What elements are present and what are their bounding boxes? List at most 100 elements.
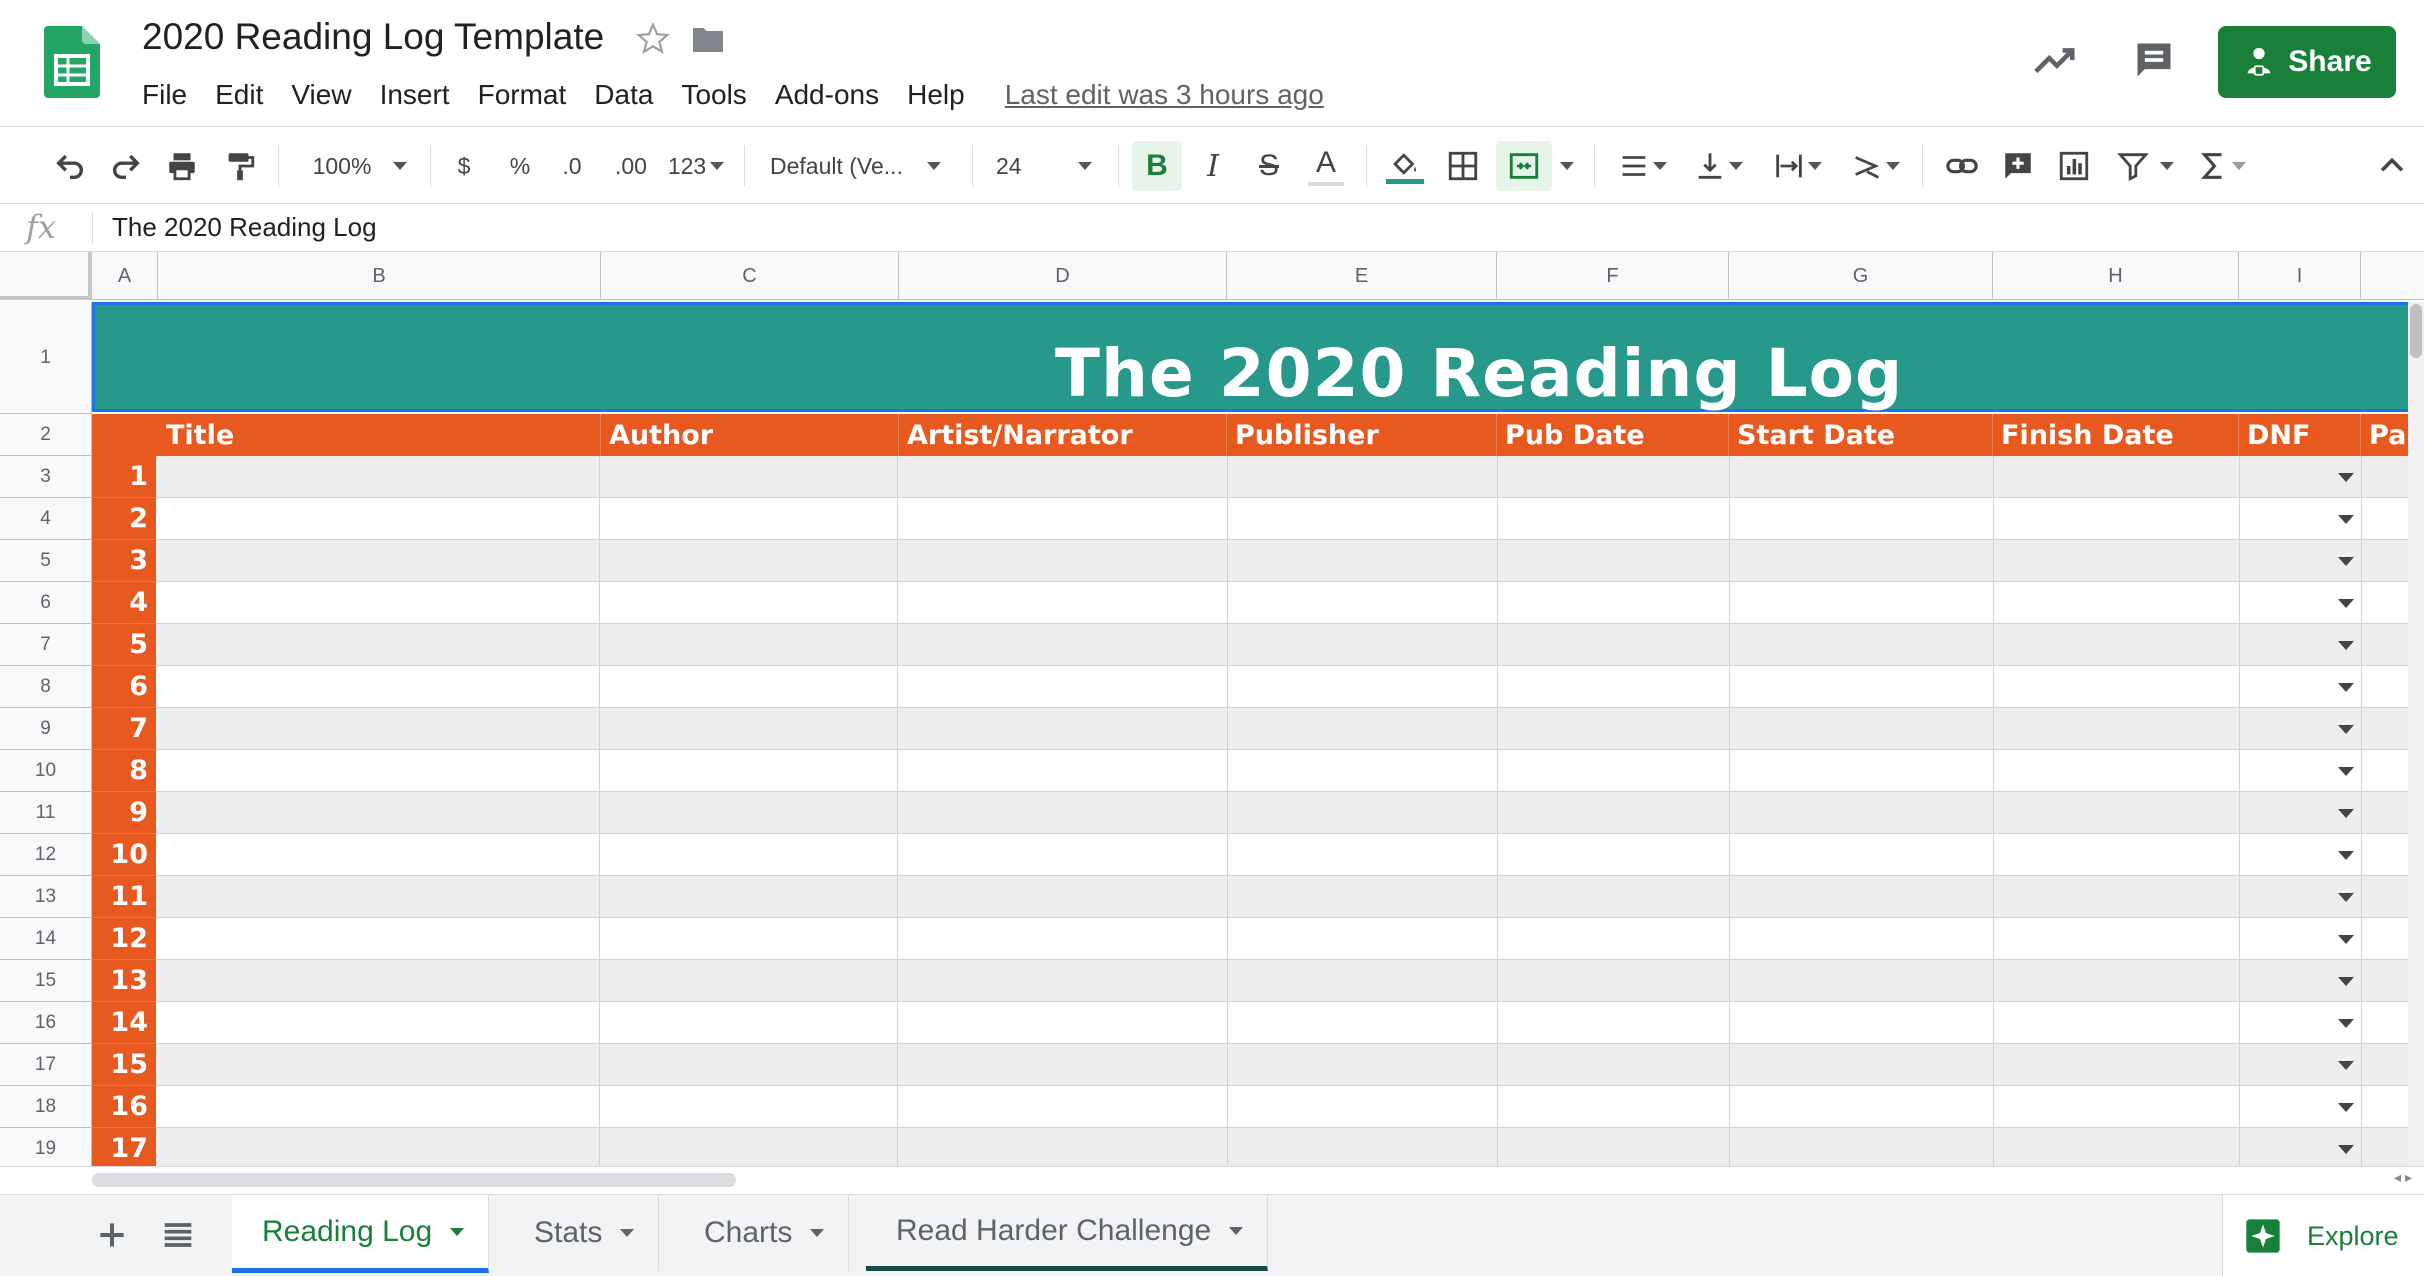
percent-format-button[interactable]: %: [502, 141, 538, 191]
column-header-f[interactable]: F: [1497, 252, 1729, 300]
row-header[interactable]: 16: [0, 1002, 92, 1044]
row-header[interactable]: 5: [0, 540, 92, 582]
dnf-dropdown-arrow-icon[interactable]: [2338, 893, 2354, 902]
dnf-dropdown-arrow-icon[interactable]: [2338, 851, 2354, 860]
table-row[interactable]: [156, 960, 2412, 1002]
table-row[interactable]: [156, 834, 2412, 876]
font-size-select[interactable]: 24: [996, 141, 1106, 191]
menu-help[interactable]: Help: [893, 79, 979, 111]
menu-data[interactable]: Data: [580, 79, 667, 111]
book-number-cell[interactable]: 11: [92, 876, 156, 918]
row-header[interactable]: 15: [0, 960, 92, 1002]
table-row[interactable]: [156, 792, 2412, 834]
book-number-cell[interactable]: 12: [92, 918, 156, 960]
merge-options-dropdown[interactable]: [1556, 141, 1578, 191]
book-number-cell[interactable]: 5: [92, 624, 156, 666]
italic-button[interactable]: I: [1192, 141, 1234, 191]
font-family-select[interactable]: Default (Ve...: [770, 141, 960, 191]
table-row[interactable]: [156, 1044, 2412, 1086]
book-number-cell[interactable]: 8: [92, 750, 156, 792]
row-header[interactable]: 1: [0, 302, 92, 414]
scroll-arrows[interactable]: ◂ ▸: [2394, 1169, 2412, 1186]
column-header-g[interactable]: G: [1729, 252, 1993, 300]
row-header[interactable]: 17: [0, 1044, 92, 1086]
horizontal-scrollbar-thumb[interactable]: [92, 1173, 736, 1187]
menu-view[interactable]: View: [277, 79, 365, 111]
folder-icon[interactable]: [690, 24, 726, 56]
more-formats-button[interactable]: 123: [662, 141, 730, 191]
dnf-dropdown-arrow-icon[interactable]: [2338, 1145, 2354, 1154]
add-sheet-icon[interactable]: [92, 1215, 132, 1255]
table-row[interactable]: [156, 624, 2412, 666]
book-number-cell[interactable]: 16: [92, 1086, 156, 1128]
explore-button[interactable]: Explore: [2222, 1195, 2424, 1276]
table-row[interactable]: [156, 582, 2412, 624]
menu-addons[interactable]: Add-ons: [761, 79, 893, 111]
vertical-align-button[interactable]: [1686, 141, 1750, 191]
row-header[interactable]: 13: [0, 876, 92, 918]
book-number-cell[interactable]: 15: [92, 1044, 156, 1086]
insert-chart-button[interactable]: [2050, 141, 2098, 191]
dnf-dropdown-arrow-icon[interactable]: [2338, 473, 2354, 482]
row-header[interactable]: 14: [0, 918, 92, 960]
currency-format-button[interactable]: $: [446, 141, 482, 191]
sheet-tab-charts[interactable]: Charts: [674, 1195, 850, 1271]
insert-comment-button[interactable]: [1994, 141, 2042, 191]
dnf-dropdown-arrow-icon[interactable]: [2338, 935, 2354, 944]
text-wrapping-button[interactable]: [1762, 141, 1832, 191]
star-icon[interactable]: [634, 20, 672, 58]
row-header[interactable]: 19: [0, 1128, 92, 1170]
row-header[interactable]: 9: [0, 708, 92, 750]
header-artist-narrator[interactable]: Artist/Narrator: [899, 414, 1227, 456]
print-button[interactable]: [160, 141, 204, 191]
table-row[interactable]: [156, 750, 2412, 792]
dnf-dropdown-arrow-icon[interactable]: [2338, 1103, 2354, 1112]
column-header-b[interactable]: B: [158, 252, 601, 300]
decrease-decimals-button[interactable]: .0: [552, 141, 592, 191]
vertical-scrollbar-thumb[interactable]: [2410, 304, 2422, 358]
text-rotation-button[interactable]: [1842, 141, 1908, 191]
table-row[interactable]: [156, 1002, 2412, 1044]
dnf-dropdown-arrow-icon[interactable]: [2338, 641, 2354, 650]
table-row[interactable]: [156, 1128, 2412, 1170]
column-header-d[interactable]: D: [899, 252, 1227, 300]
title-banner[interactable]: The 2020 Reading Log: [92, 302, 2412, 412]
row-header[interactable]: 8: [0, 666, 92, 708]
paint-format-button[interactable]: [218, 141, 262, 191]
menu-edit[interactable]: Edit: [201, 79, 277, 111]
book-number-cell[interactable]: 9: [92, 792, 156, 834]
document-title[interactable]: 2020 Reading Log Template: [142, 16, 604, 58]
dnf-dropdown-arrow-icon[interactable]: [2338, 515, 2354, 524]
row-header[interactable]: 10: [0, 750, 92, 792]
menu-file[interactable]: File: [128, 79, 201, 111]
last-edit-link[interactable]: Last edit was 3 hours ago: [1005, 79, 1324, 111]
horizontal-scrollbar[interactable]: ◂ ▸: [0, 1166, 2424, 1194]
table-row[interactable]: [156, 708, 2412, 750]
undo-button[interactable]: [48, 141, 92, 191]
table-row[interactable]: [156, 876, 2412, 918]
dnf-dropdown-arrow-icon[interactable]: [2338, 809, 2354, 818]
table-row[interactable]: [156, 456, 2412, 498]
row-header[interactable]: 6: [0, 582, 92, 624]
header-finish-date[interactable]: Finish Date: [1993, 414, 2239, 456]
book-number-cell[interactable]: 3: [92, 540, 156, 582]
all-sheets-icon[interactable]: [158, 1215, 198, 1255]
menu-format[interactable]: Format: [464, 79, 581, 111]
dnf-dropdown-arrow-icon[interactable]: [2338, 725, 2354, 734]
dnf-dropdown-arrow-icon[interactable]: [2338, 683, 2354, 692]
column-header-e[interactable]: E: [1227, 252, 1497, 300]
table-row[interactable]: [156, 1086, 2412, 1128]
row-header[interactable]: 11: [0, 792, 92, 834]
header-start-date[interactable]: Start Date: [1729, 414, 1993, 456]
text-color-button[interactable]: A: [1304, 141, 1348, 191]
book-number-cell[interactable]: 4: [92, 582, 156, 624]
header-title[interactable]: Title: [158, 414, 601, 456]
sheet-tab-read-harder-challenge[interactable]: Read Harder Challenge: [866, 1195, 1269, 1271]
book-number-cell[interactable]: 17: [92, 1128, 156, 1170]
collapse-toolbar-button[interactable]: [2370, 141, 2414, 191]
table-row[interactable]: [156, 540, 2412, 582]
activity-trend-icon[interactable]: [2032, 40, 2078, 80]
dnf-dropdown-arrow-icon[interactable]: [2338, 1019, 2354, 1028]
functions-button[interactable]: [2190, 141, 2252, 191]
sheet-tab-reading-log[interactable]: Reading Log: [232, 1195, 490, 1273]
